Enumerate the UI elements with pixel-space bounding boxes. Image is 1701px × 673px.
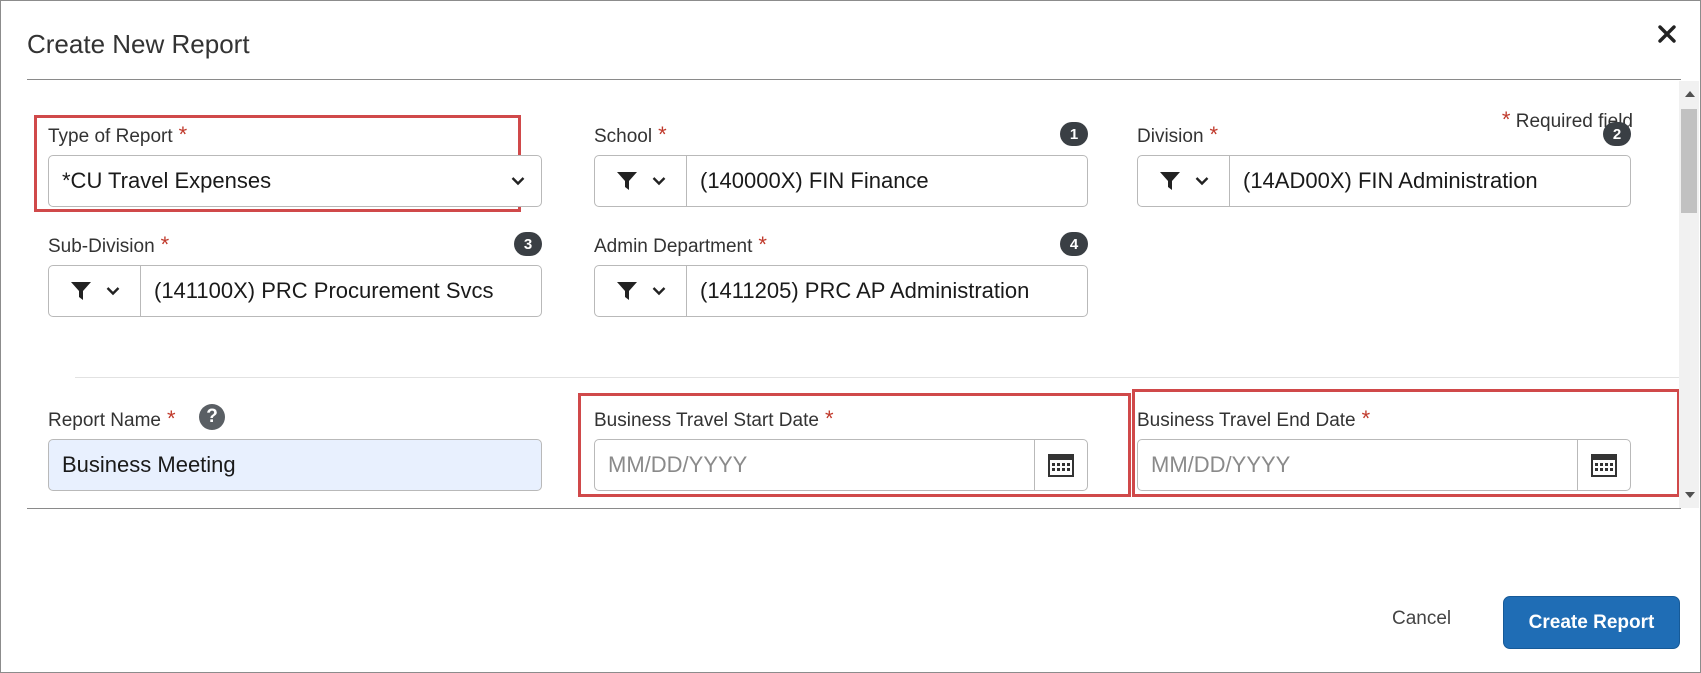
type-of-report-select[interactable]: *CU Travel Expenses bbox=[48, 155, 542, 207]
admin-department-label: Admin Department * bbox=[594, 232, 767, 257]
form-scrollbar[interactable] bbox=[1679, 81, 1699, 508]
start-date-input[interactable]: MM/DD/YYYY bbox=[594, 439, 1088, 491]
division-filter-button[interactable] bbox=[1138, 156, 1230, 206]
start-date-label: Business Travel Start Date * bbox=[594, 406, 834, 431]
filter-icon bbox=[70, 282, 91, 300]
school-picker[interactable]: (140000X) FIN Finance bbox=[594, 155, 1088, 207]
chevron-down-icon bbox=[106, 287, 119, 296]
help-icon[interactable]: ? bbox=[199, 404, 225, 430]
cancel-button[interactable]: Cancel bbox=[1392, 608, 1451, 630]
school-label: School * bbox=[594, 122, 667, 147]
header-divider bbox=[27, 79, 1681, 80]
scroll-down-arrow-icon[interactable] bbox=[1685, 492, 1695, 498]
division-picker[interactable]: (14AD00X) FIN Administration bbox=[1137, 155, 1631, 207]
scroll-thumb[interactable] bbox=[1681, 109, 1697, 213]
type-of-report-label: Type of Report * bbox=[48, 122, 188, 147]
end-date-input[interactable]: MM/DD/YYYY bbox=[1137, 439, 1631, 491]
filter-icon bbox=[616, 172, 637, 190]
end-date-label: Business Travel End Date * bbox=[1137, 406, 1371, 431]
filter-icon bbox=[616, 282, 637, 300]
division-value: (14AD00X) FIN Administration bbox=[1243, 168, 1538, 193]
dialog-title: Create New Report bbox=[27, 29, 250, 59]
school-filter-button[interactable] bbox=[595, 156, 687, 206]
division-label: Division * bbox=[1137, 122, 1219, 147]
school-value: (140000X) FIN Finance bbox=[700, 168, 929, 193]
admin-department-badge: 4 bbox=[1060, 232, 1088, 256]
start-date-placeholder: MM/DD/YYYY bbox=[608, 452, 748, 477]
chevron-down-icon bbox=[652, 177, 665, 186]
calendar-icon bbox=[1048, 454, 1074, 477]
report-name-input[interactable]: Business Meeting bbox=[48, 439, 542, 491]
footer-divider bbox=[27, 508, 1681, 509]
sub-division-filter-button[interactable] bbox=[49, 266, 141, 316]
close-icon bbox=[1658, 25, 1676, 43]
filter-icon bbox=[1159, 172, 1180, 190]
chevron-down-icon bbox=[652, 287, 665, 296]
end-date-calendar-button[interactable] bbox=[1577, 440, 1630, 490]
section-divider bbox=[75, 377, 1681, 378]
type-of-report-value: *CU Travel Expenses bbox=[62, 168, 272, 193]
scroll-up-arrow-icon[interactable] bbox=[1685, 91, 1695, 97]
sub-division-badge: 3 bbox=[514, 232, 542, 256]
close-button[interactable] bbox=[1652, 19, 1682, 49]
school-badge: 1 bbox=[1060, 122, 1088, 146]
division-badge: 2 bbox=[1603, 122, 1631, 146]
admin-department-picker[interactable]: (1411205) PRC AP Administration bbox=[594, 265, 1088, 317]
start-date-calendar-button[interactable] bbox=[1034, 440, 1087, 490]
sub-division-picker[interactable]: (141100X) PRC Procurement Svcs bbox=[48, 265, 542, 317]
chevron-down-icon bbox=[511, 176, 541, 186]
create-report-dialog: Create New Report * Required field Type … bbox=[0, 0, 1701, 673]
calendar-icon bbox=[1591, 454, 1617, 477]
report-name-label: Report Name * bbox=[48, 406, 176, 431]
sub-division-value: (141100X) PRC Procurement Svcs bbox=[154, 278, 494, 303]
chevron-down-icon bbox=[1195, 177, 1208, 186]
create-report-button[interactable]: Create Report bbox=[1503, 596, 1680, 649]
form-body: * Required field Type of Report * *CU Tra… bbox=[27, 81, 1681, 508]
admin-department-value: (1411205) PRC AP Administration bbox=[700, 278, 1030, 303]
required-star: * bbox=[1501, 107, 1511, 132]
end-date-placeholder: MM/DD/YYYY bbox=[1151, 452, 1291, 477]
sub-division-label: Sub-Division * bbox=[48, 232, 170, 257]
admin-department-filter-button[interactable] bbox=[595, 266, 687, 316]
report-name-value: Business Meeting bbox=[62, 452, 236, 477]
